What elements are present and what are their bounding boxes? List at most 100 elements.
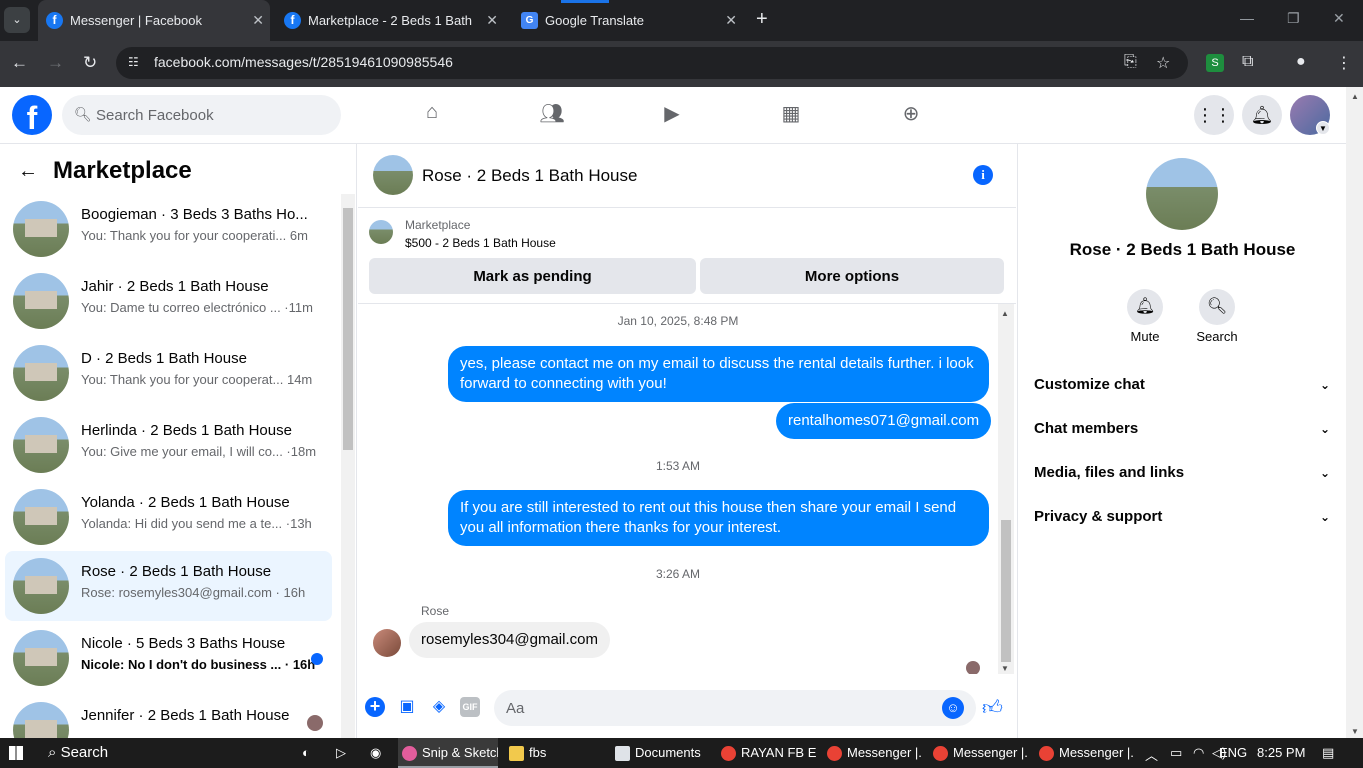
privacy-support-row[interactable]: Privacy & support ⌄ bbox=[1034, 495, 1330, 539]
back-arrow-icon[interactable]: ← bbox=[18, 160, 38, 183]
conversation-item[interactable]: D · 2 Beds 1 Bath House You: Thank you f… bbox=[5, 338, 332, 408]
search-input[interactable] bbox=[96, 95, 326, 135]
photo-icon[interactable]: ▣ bbox=[397, 697, 417, 717]
gif-icon[interactable]: GIF bbox=[460, 697, 480, 717]
taskbar-app-fbs[interactable]: fbs bbox=[505, 738, 605, 768]
conversation-item[interactable]: Nicole · 5 Beds 3 Baths House Nicole: No… bbox=[5, 623, 332, 693]
search-facebook[interactable]: 🔍︎ bbox=[62, 95, 341, 135]
thumbs-up-icon[interactable]: 👍︎ bbox=[982, 696, 1003, 720]
customize-chat-row[interactable]: Customize chat ⌄ bbox=[1034, 363, 1330, 407]
reload-icon[interactable]: ↻ bbox=[83, 53, 97, 73]
restore-icon[interactable]: ❐ bbox=[1287, 10, 1300, 27]
close-window-icon[interactable]: ✕ bbox=[1333, 10, 1345, 27]
scroll-up-arrow-icon[interactable]: ▲ bbox=[1001, 309, 1009, 318]
tab-messenger[interactable]: f Messenger | Facebook ✕ bbox=[38, 0, 270, 41]
page-scrollbar[interactable] bbox=[1346, 87, 1363, 738]
new-tab-plus-icon[interactable]: + bbox=[756, 8, 768, 31]
sticker-icon[interactable]: ◈ bbox=[429, 697, 449, 717]
message-bubble-outgoing[interactable]: If you are still interested to rent out … bbox=[448, 490, 989, 546]
plus-icon[interactable]: + bbox=[365, 697, 385, 717]
message-input-box[interactable]: ☺ bbox=[494, 690, 976, 726]
taskbar-search[interactable]: ⌕ Search bbox=[48, 744, 108, 761]
mute-bell-icon[interactable]: 🔔︎ bbox=[1127, 289, 1163, 325]
edge-icon[interactable]: ◐ bbox=[302, 745, 310, 760]
gaming-icon[interactable]: ⊕ bbox=[898, 101, 924, 127]
minimize-icon[interactable]: — bbox=[1240, 10, 1254, 26]
notification-center-icon[interactable]: ▤ bbox=[1322, 745, 1334, 761]
conversation-item[interactable]: Boogieman · 3 Beds 3 Baths Ho... You: Th… bbox=[5, 194, 332, 264]
conversation-item-active[interactable]: Rose · 2 Beds 1 Bath House Rose: rosemyl… bbox=[5, 551, 332, 621]
scroll-down-arrow-icon[interactable]: ▼ bbox=[1001, 664, 1009, 673]
conversation-item[interactable]: Herlinda · 2 Beds 1 Bath House You: Give… bbox=[5, 410, 332, 480]
marketplace-icon[interactable]: ▦ bbox=[778, 101, 804, 127]
tab-google-translate[interactable]: G Google Translate ✕ bbox=[513, 0, 743, 41]
close-tab-icon[interactable]: ✕ bbox=[725, 0, 737, 41]
address-bar[interactable]: ☷ facebook.com/messages/t/28519461090985… bbox=[116, 47, 1188, 79]
chat-avatar[interactable] bbox=[373, 155, 413, 195]
message-bubble-outgoing[interactable]: rentalhomes071@gmail.com bbox=[776, 403, 992, 439]
extension-sheets-icon[interactable]: S bbox=[1206, 54, 1224, 72]
clock[interactable]: 8:25 PM bbox=[1257, 745, 1305, 760]
back-arrow-icon[interactable]: ← bbox=[11, 53, 28, 73]
taskbar-app-chrome[interactable]: RAYAN FB E... bbox=[717, 738, 817, 768]
conversation-item[interactable]: Yolanda · 2 Beds 1 Bath House Yolanda: H… bbox=[5, 482, 332, 552]
scroll-down-arrow-icon[interactable]: ▼ bbox=[1351, 727, 1359, 736]
scroll-up-arrow-icon[interactable]: ▲ bbox=[1351, 92, 1359, 101]
account-chevron-down-icon[interactable]: ▼ bbox=[1316, 121, 1330, 135]
tray-chevron-up-icon[interactable]: ︿ bbox=[1145, 745, 1158, 764]
chrome-icon[interactable]: ◉ bbox=[370, 745, 381, 761]
chat-list-scroll-thumb[interactable] bbox=[343, 208, 353, 450]
tab-marketplace[interactable]: f Marketplace - 2 Beds 1 Bath House ✕ bbox=[276, 0, 504, 41]
close-tab-icon[interactable]: ✕ bbox=[486, 0, 498, 41]
menu-grid-icon[interactable]: ⋮⋮ bbox=[1194, 95, 1234, 135]
conversation-item[interactable]: Jennifer · 2 Beds 1 Bath House bbox=[5, 695, 332, 738]
forward-arrow-icon[interactable]: → bbox=[47, 53, 64, 73]
message-scroll-thumb[interactable] bbox=[1001, 520, 1011, 662]
home-icon[interactable]: ⌂ bbox=[419, 101, 445, 127]
friends-icon[interactable]: 👥︎ bbox=[539, 101, 565, 127]
listing-title[interactable]: $500 - 2 Beds 1 Bath House bbox=[405, 236, 556, 250]
message-input[interactable] bbox=[506, 690, 926, 726]
taskbar-app-snip-sketch[interactable]: Snip & Sketch bbox=[398, 738, 498, 768]
taskbar-app-chrome[interactable]: Messenger |... bbox=[1035, 738, 1135, 768]
browser-tab-strip: ⌄ f Messenger | Facebook ✕ f Marketplace… bbox=[0, 0, 1363, 41]
conversation-item[interactable]: Jahir · 2 Beds 1 Bath House You: Dame tu… bbox=[5, 266, 332, 336]
message-bubble-outgoing[interactable]: yes, please contact me on my email to di… bbox=[448, 346, 989, 402]
windows-start-icon[interactable] bbox=[9, 746, 23, 760]
listing-thumbnail bbox=[13, 558, 69, 614]
chat-members-row[interactable]: Chat members ⌄ bbox=[1034, 407, 1330, 451]
listing-thumbnail[interactable] bbox=[369, 220, 393, 244]
taskbar-app-documents[interactable]: Documents bbox=[611, 738, 711, 768]
facebook-logo-icon[interactable]: f bbox=[12, 95, 52, 136]
mute-label[interactable]: Mute bbox=[1105, 329, 1185, 344]
extensions-puzzle-icon[interactable]: ⧉ bbox=[1242, 53, 1253, 71]
site-info-icon[interactable]: ☷ bbox=[128, 55, 139, 69]
unread-dot-icon bbox=[311, 653, 323, 665]
media-player-icon[interactable]: ▷ bbox=[336, 745, 346, 761]
video-icon[interactable]: ▶ bbox=[659, 101, 685, 127]
profile-icon[interactable]: ● bbox=[1296, 53, 1306, 71]
taskbar-app-chrome[interactable]: Messenger |... bbox=[823, 738, 923, 768]
info-icon[interactable]: i bbox=[973, 165, 993, 185]
browser-menu-icon[interactable]: ⋮ bbox=[1336, 53, 1352, 73]
emoji-icon[interactable]: ☺ bbox=[942, 697, 964, 719]
sender-avatar[interactable] bbox=[373, 629, 401, 657]
language-indicator[interactable]: ENG bbox=[1219, 745, 1247, 760]
taskbar-app-chrome[interactable]: Messenger |... bbox=[929, 738, 1029, 768]
battery-icon[interactable]: ▭ bbox=[1170, 745, 1182, 761]
media-files-links-row[interactable]: Media, files and links ⌄ bbox=[1034, 451, 1330, 495]
mark-as-pending-button[interactable]: Mark as pending bbox=[369, 258, 696, 294]
close-tab-icon[interactable]: ✕ bbox=[252, 0, 264, 41]
message-bubble-incoming[interactable]: rosemyles304@gmail.com bbox=[409, 622, 610, 658]
wifi-icon[interactable]: ◠ bbox=[1193, 745, 1204, 761]
bookmark-star-icon[interactable]: ☆ bbox=[1156, 53, 1170, 73]
contact-avatar[interactable] bbox=[1146, 158, 1218, 230]
install-app-icon[interactable]: ⎘ bbox=[1124, 53, 1137, 71]
chat-title[interactable]: Rose · 2 Beds 1 Bath House bbox=[422, 166, 637, 186]
tab-search-icon[interactable]: ⌄ bbox=[4, 7, 30, 33]
marketplace-chat-list: ← Marketplace Boogieman · 3 Beds 3 Baths… bbox=[0, 144, 357, 738]
search-label[interactable]: Search bbox=[1177, 329, 1257, 344]
more-options-button[interactable]: More options bbox=[700, 258, 1004, 294]
notifications-bell-icon[interactable]: 🔔︎ bbox=[1242, 95, 1282, 135]
search-icon[interactable]: 🔍︎ bbox=[1199, 289, 1235, 325]
